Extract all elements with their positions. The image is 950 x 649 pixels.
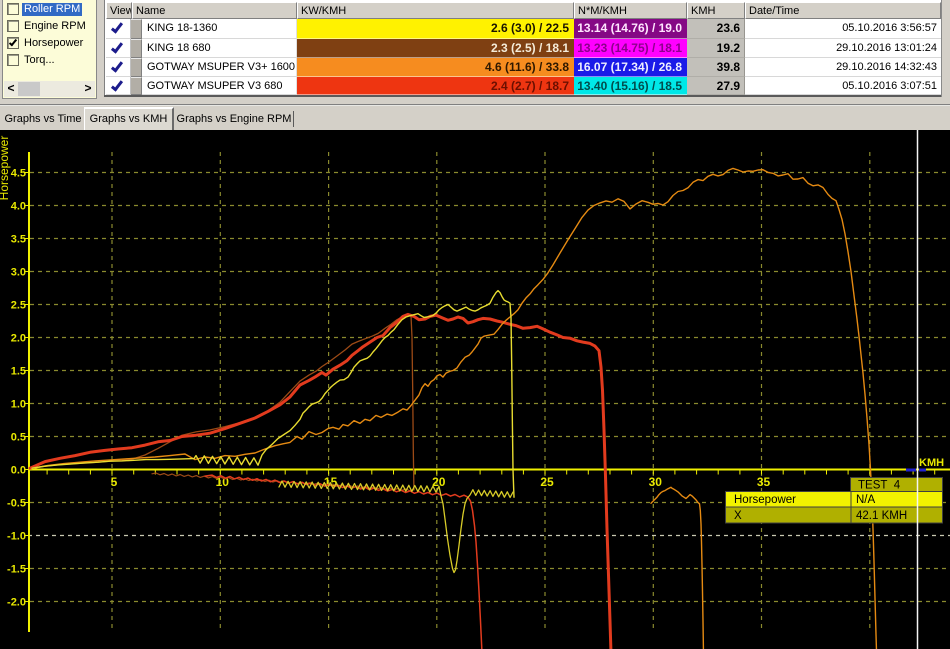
svg-text:3.5: 3.5 — [11, 234, 26, 246]
svg-text:0.0: 0.0 — [11, 465, 26, 477]
svg-text:3.0: 3.0 — [11, 267, 26, 279]
svg-text:2.0: 2.0 — [11, 333, 26, 345]
svg-text:1.0: 1.0 — [11, 399, 26, 411]
svg-text:TEST 4: TEST 4 — [858, 480, 901, 492]
svg-text:-1.0: -1.0 — [7, 531, 26, 543]
svg-text:25: 25 — [540, 475, 554, 489]
svg-text:-0.5: -0.5 — [7, 498, 26, 510]
svg-text:N/A: N/A — [856, 494, 876, 506]
svg-text:Horsepower: Horsepower — [0, 136, 11, 201]
svg-text:5: 5 — [111, 475, 118, 489]
svg-text:2.5: 2.5 — [11, 300, 26, 312]
svg-text:Horsepower: Horsepower — [734, 494, 796, 506]
svg-text:-1.5: -1.5 — [7, 564, 26, 576]
svg-text:4.5: 4.5 — [11, 168, 26, 180]
svg-text:42.1 KMH: 42.1 KMH — [856, 510, 907, 522]
svg-text:4.0: 4.0 — [11, 201, 26, 213]
svg-text:35: 35 — [757, 475, 771, 489]
svg-text:KMH: KMH — [919, 457, 944, 469]
svg-text:30: 30 — [649, 475, 663, 489]
svg-text:1.5: 1.5 — [11, 366, 26, 378]
svg-text:-2.0: -2.0 — [7, 597, 26, 609]
svg-text:X: X — [734, 510, 742, 522]
svg-text:0.5: 0.5 — [11, 432, 26, 444]
